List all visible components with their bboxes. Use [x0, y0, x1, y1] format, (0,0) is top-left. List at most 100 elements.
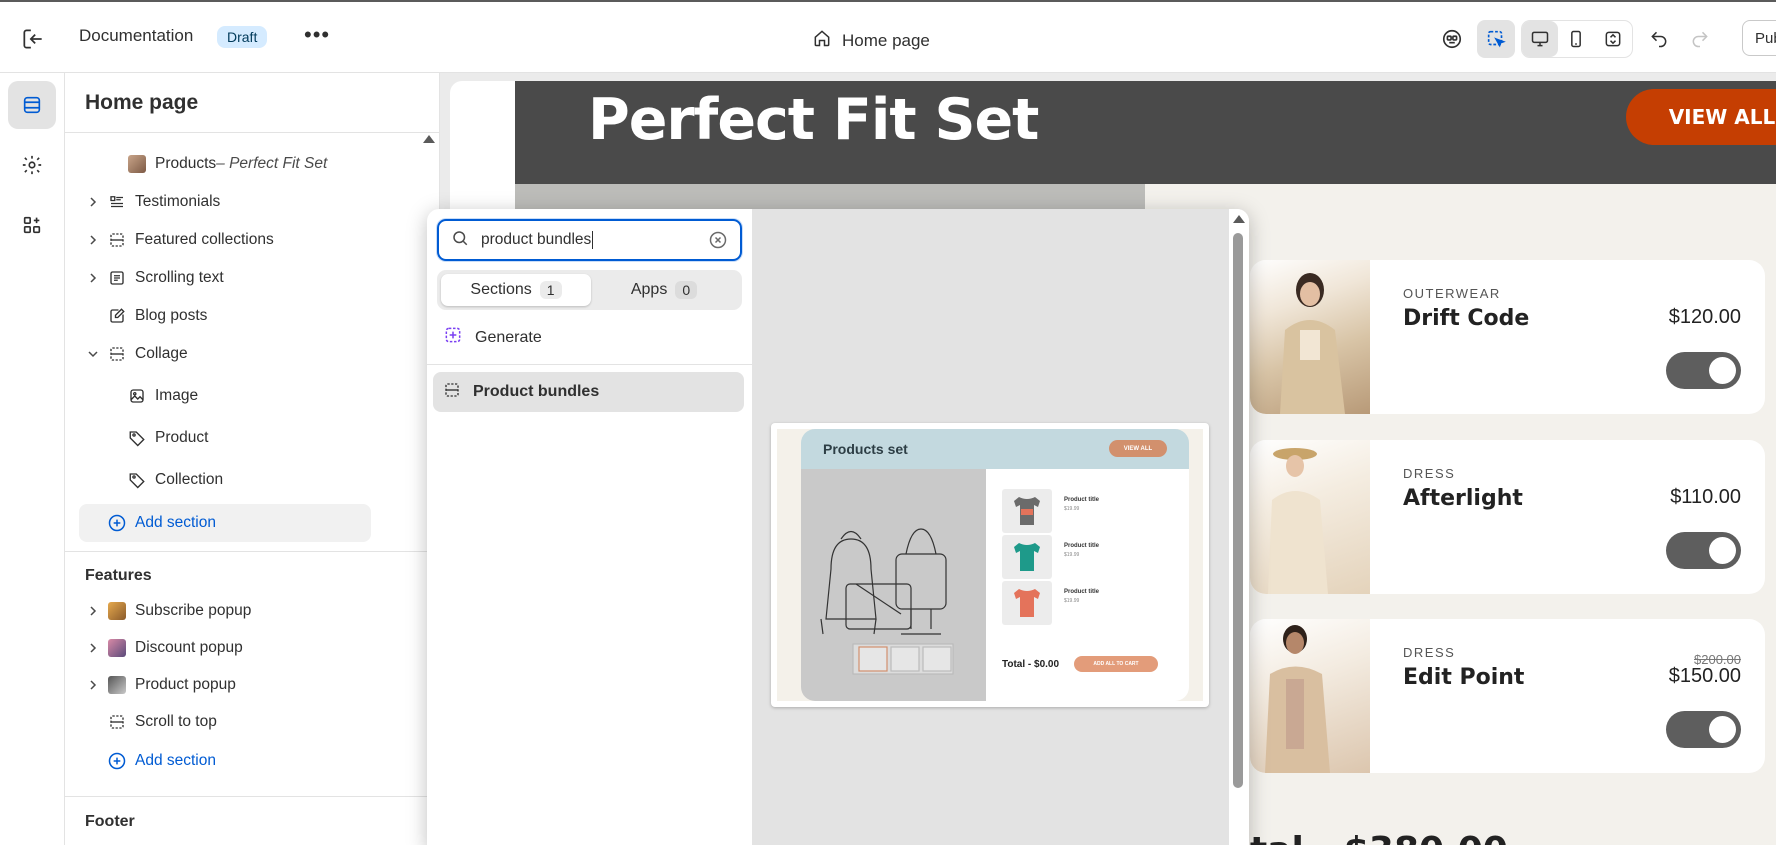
sidebar-item-scrolling-text[interactable]: Scrolling text: [85, 263, 224, 293]
chevron-right-icon[interactable]: [85, 680, 101, 690]
search-result-product-bundles[interactable]: Product bundles: [433, 372, 744, 412]
sidebar-item-collage[interactable]: Collage: [85, 339, 188, 369]
publish-button[interactable]: Publish: [1742, 20, 1776, 56]
sidebar-item-image[interactable]: Image: [127, 381, 198, 411]
testimonials-icon: [107, 192, 127, 212]
bundle-total: tal - $380.00: [1250, 830, 1508, 845]
popover-scrollbar[interactable]: [1229, 209, 1249, 845]
search-input[interactable]: product bundles: [481, 231, 708, 249]
chevron-right-icon[interactable]: [85, 235, 101, 245]
sidebar-item-label: Scroll to top: [135, 713, 217, 730]
tag-icon: [127, 428, 147, 448]
scrollbar-thumb[interactable]: [1233, 233, 1243, 788]
thumbnail-title: Products set: [823, 441, 908, 457]
sidebar-item-product-popup[interactable]: Product popup: [85, 670, 236, 700]
sidebar-item-label: Discount popup: [135, 639, 243, 656]
product-name[interactable]: Edit Point: [1403, 665, 1524, 690]
thumbnail-add-all-button: ADD ALL TO CART: [1074, 656, 1158, 672]
thumbnail-product-row: Product title $19.99: [1002, 535, 1182, 579]
tab-label: Apps: [630, 281, 668, 298]
sidebar-item-scroll-to-top[interactable]: Scroll to top: [107, 707, 217, 737]
sidebar-item-testimonials[interactable]: Testimonials: [85, 187, 220, 217]
product-category: DRESS: [1403, 466, 1456, 481]
tag-icon: [127, 470, 147, 490]
bundle-product-card[interactable]: DRESS Afterlight $110.00: [1250, 440, 1765, 594]
redo-icon[interactable]: [1681, 20, 1719, 58]
undo-icon[interactable]: [1640, 20, 1678, 58]
tshirt-icon: [1002, 581, 1052, 625]
bundle-product-card[interactable]: DRESS Edit Point $200.00 $150.00: [1250, 619, 1765, 773]
product-toggle[interactable]: [1666, 532, 1741, 569]
result-label: Product bundles: [473, 383, 600, 400]
inspector-icon[interactable]: [1433, 20, 1471, 58]
theme-settings-icon[interactable]: [8, 141, 56, 189]
sections-icon[interactable]: [8, 81, 56, 129]
thumbnail-bag-illustration: [801, 469, 986, 701]
thumbnail-view-all: VIEW ALL: [1109, 440, 1167, 457]
bundle-title: Perfect Fit Set: [588, 87, 1039, 153]
sidebar-item-label: Testimonials: [135, 193, 221, 210]
chevron-right-icon[interactable]: [85, 273, 101, 283]
product-price: $150.00: [1668, 665, 1741, 687]
mobile-view-icon[interactable]: [1558, 21, 1594, 57]
tab-sections[interactable]: Sections 1: [441, 274, 591, 306]
divider: [427, 364, 752, 365]
sidebar-item-products[interactable]: Products – Perfect Fit Set: [127, 149, 327, 179]
sidebar-item-featured-collections[interactable]: Featured collections: [85, 225, 274, 255]
chevron-down-icon[interactable]: [85, 349, 101, 359]
add-section-popover: product bundles Sections 1 Apps 0 Genera…: [427, 209, 1249, 845]
edit-icon: [107, 306, 127, 326]
product-name[interactable]: Afterlight: [1403, 486, 1523, 511]
product-thumb-icon: [127, 154, 147, 174]
add-section-label: Add section: [135, 514, 216, 531]
select-element-icon[interactable]: [1477, 20, 1515, 58]
product-toggle[interactable]: [1666, 711, 1741, 748]
section-search-field[interactable]: product bundles: [437, 219, 742, 261]
scroll-up-arrow[interactable]: [423, 135, 435, 143]
sidebar-item-subscribe-popup[interactable]: Subscribe popup: [85, 596, 251, 626]
features-add-section-button[interactable]: Add section: [107, 746, 216, 776]
section-icon: [443, 381, 461, 404]
apps-icon[interactable]: [8, 201, 56, 249]
page-selector[interactable]: Home page: [812, 28, 930, 53]
generate-label: Generate: [475, 328, 542, 346]
sidebar-item-label: Products: [155, 155, 217, 172]
scroll-up-arrow[interactable]: [1233, 215, 1245, 223]
desktop-view-icon[interactable]: [1522, 21, 1558, 57]
chevron-right-icon[interactable]: [85, 643, 101, 653]
chevron-right-icon[interactable]: [85, 197, 101, 207]
more-actions-button[interactable]: •••: [304, 24, 330, 46]
plus-circle-icon: [107, 513, 127, 533]
plus-circle-icon: [107, 751, 127, 771]
theme-name: Documentation: [79, 26, 194, 45]
sidebar-item-label: Product: [155, 429, 209, 446]
add-section-button[interactable]: Add section: [107, 508, 216, 538]
sidebar-item-label: Featured collections: [135, 231, 274, 248]
product-toggle[interactable]: [1666, 352, 1741, 389]
thumbnail-product-row: Product title $19.99: [1002, 581, 1182, 625]
sidebar-item-label: Scrolling text: [135, 269, 224, 286]
sidebar-item-collection[interactable]: Collection: [127, 465, 223, 495]
chevron-right-icon[interactable]: [85, 606, 101, 616]
features-heading: Features: [85, 567, 152, 584]
section-preview-pane: Products set VIEW ALL Product title $19.…: [752, 209, 1229, 845]
sparkle-icon: [443, 325, 463, 350]
exit-icon[interactable]: [20, 26, 46, 52]
clear-search-icon[interactable]: [708, 230, 728, 250]
tab-apps[interactable]: Apps 0: [589, 274, 739, 306]
product-name[interactable]: Drift Code: [1403, 306, 1529, 331]
thumbnail-product-list: Product title $19.99 Product title $19.9…: [986, 469, 1189, 701]
sidebar-item-label: Collage: [135, 345, 188, 362]
icon-rail: [0, 73, 65, 845]
sidebar-item-discount-popup[interactable]: Discount popup: [85, 633, 243, 663]
sidebar-item-blog-posts[interactable]: Blog posts: [107, 301, 207, 331]
sidebar-title: Home page: [85, 91, 199, 114]
thumbnail-product-price: $19.99: [1064, 598, 1080, 604]
generate-button[interactable]: Generate: [443, 325, 542, 350]
product-price: $120.00: [1668, 306, 1741, 328]
fullscreen-icon[interactable]: [1595, 21, 1631, 57]
view-all-button[interactable]: VIEW ALL: [1626, 89, 1776, 145]
bundle-product-card[interactable]: OUTERWEAR Drift Code $120.00: [1250, 260, 1765, 414]
image-icon: [127, 386, 147, 406]
sidebar-item-product[interactable]: Product: [127, 423, 208, 453]
